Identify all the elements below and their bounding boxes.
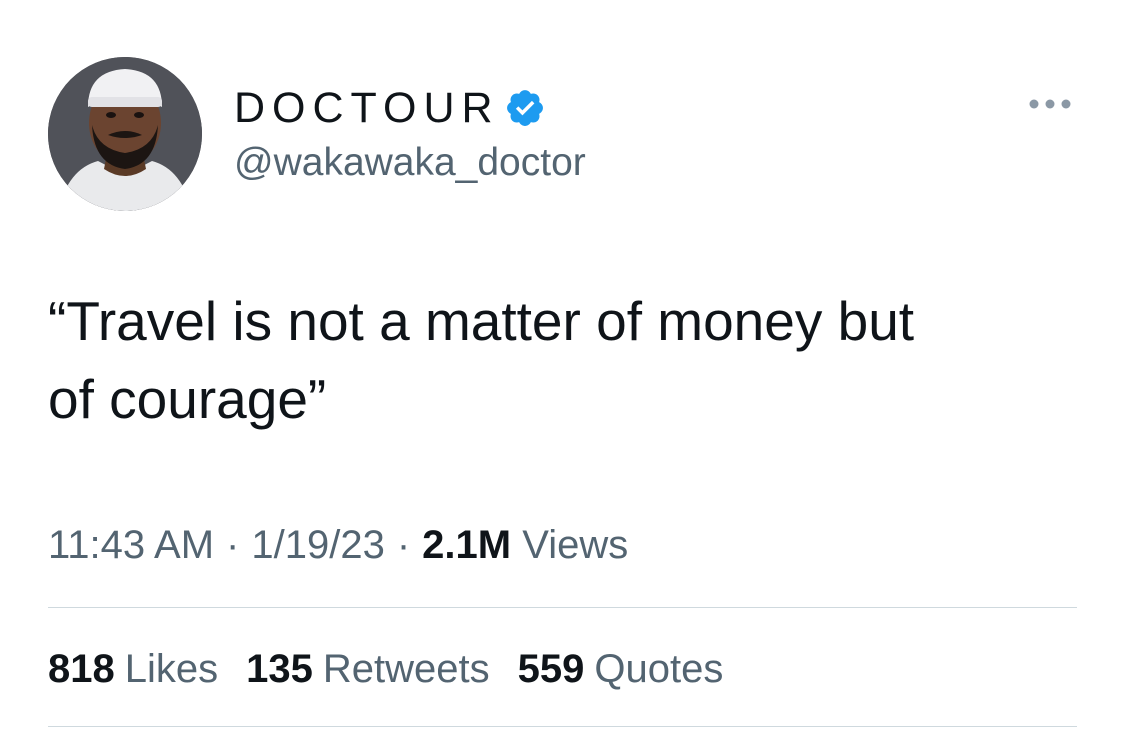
tweet-card: DOCTOUR @wakawaka_doctor “Travel is not … bbox=[0, 0, 1125, 735]
more-horizontal-icon[interactable] bbox=[1028, 96, 1072, 112]
likes-stat[interactable]: 818 Likes bbox=[48, 644, 218, 694]
tweet-header: DOCTOUR @wakawaka_doctor bbox=[48, 57, 586, 211]
display-name-row: DOCTOUR bbox=[234, 83, 586, 133]
views-label: Views bbox=[522, 523, 629, 567]
avatar[interactable] bbox=[48, 57, 202, 211]
views-count: 2.1M bbox=[422, 523, 512, 567]
likes-label: Likes bbox=[124, 647, 219, 691]
tweet-stats: 818 Likes 135 Retweets 559 Quotes bbox=[48, 644, 751, 694]
tweet-meta: 11:43 AM · 1/19/23 · 2.1M Views bbox=[48, 520, 628, 570]
author-handle[interactable]: @wakawaka_doctor bbox=[234, 139, 586, 187]
divider bbox=[48, 726, 1077, 727]
quotes-stat[interactable]: 559 Quotes bbox=[518, 644, 724, 694]
meta-separator: · bbox=[396, 523, 411, 567]
display-name[interactable]: DOCTOUR bbox=[234, 83, 500, 133]
divider bbox=[48, 607, 1077, 608]
author-names: DOCTOUR @wakawaka_doctor bbox=[234, 83, 586, 187]
likes-count: 818 bbox=[48, 647, 115, 691]
meta-separator: · bbox=[226, 523, 240, 567]
quotes-count: 559 bbox=[517, 647, 585, 691]
tweet-text: “Travel is not a matter of money but of … bbox=[48, 290, 915, 430]
retweets-count: 135 bbox=[246, 647, 313, 691]
tweet-time[interactable]: 11:43 AM bbox=[48, 523, 214, 567]
verified-badge-icon bbox=[504, 87, 546, 129]
tweet-date[interactable]: 1/19/23 bbox=[251, 523, 384, 567]
views[interactable]: 2.1M Views bbox=[422, 523, 628, 567]
quotes-label: Quotes bbox=[594, 647, 724, 691]
retweets-label: Retweets bbox=[322, 647, 490, 691]
retweets-stat[interactable]: 135 Retweets bbox=[246, 644, 490, 694]
avatar-image bbox=[48, 57, 202, 211]
